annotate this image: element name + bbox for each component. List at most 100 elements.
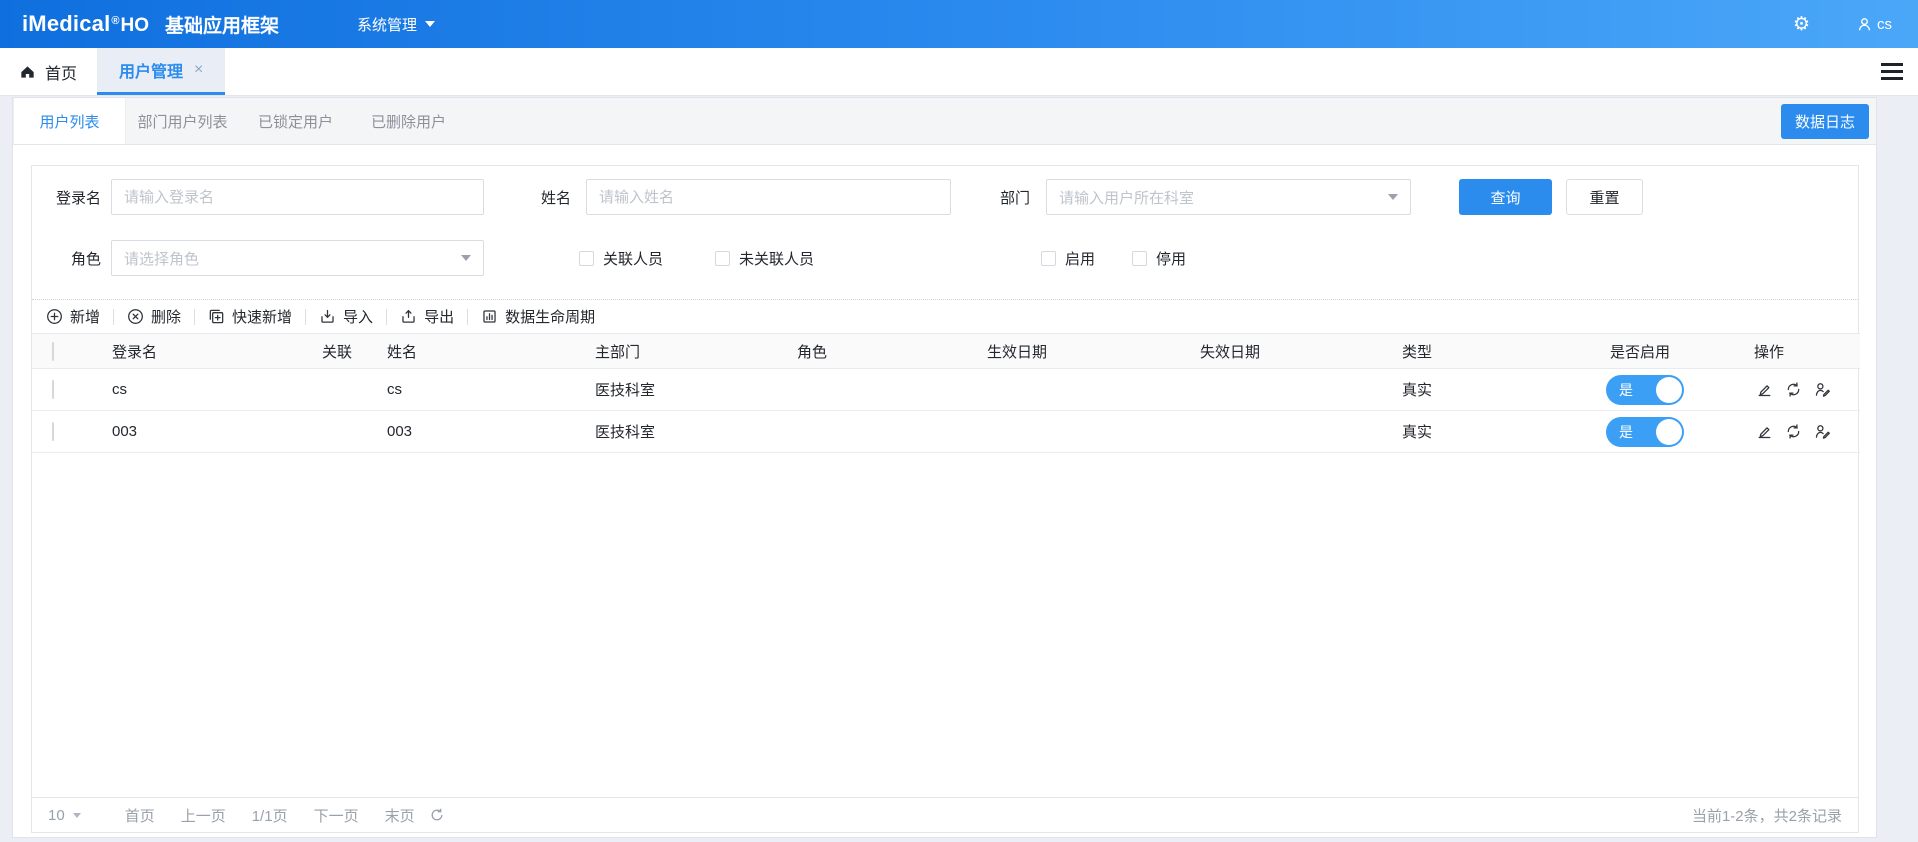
subtab-bar: 用户列表 部门用户列表 已锁定用户 已删除用户 数据日志 [13,98,1876,145]
row-checkbox[interactable] [52,422,54,441]
name-input[interactable] [586,179,951,215]
home-label: 首页 [45,65,78,83]
gear-icon[interactable]: ⚙ [1793,15,1810,34]
cell-type: 真实 [1402,382,1433,399]
table-toolbar: 新增 删除 快速新增 导入 导出 数据生命周期 [32,299,1858,333]
hamburger-menu-icon[interactable] [1881,63,1903,80]
enabled-toggle[interactable]: 是 [1606,416,1684,447]
next-page-link[interactable]: 下一页 [314,805,359,826]
edit-icon[interactable] [1756,381,1773,398]
column-header-7: 类型 [1392,333,1600,369]
search-button[interactable]: 查询 [1459,179,1552,215]
enabled-checkbox[interactable]: 启用 [1041,248,1095,269]
tab-label: 用户管理 [119,64,184,81]
table-header-row: 登录名 关联 姓名 主部门 角色 生效日期 失效日期 类型 是否启用 操作 [32,333,1860,369]
sync-icon[interactable] [1785,381,1802,398]
enabled-toggle[interactable]: 是 [1606,374,1684,405]
toolbar-button-4[interactable]: 导出 [387,306,467,327]
unassociated-checkbox[interactable]: 未关联人员 [715,248,814,269]
select-all-checkbox[interactable] [52,341,54,361]
subtab-1[interactable]: 部门用户列表 [126,98,239,144]
subtab-0[interactable]: 用户列表 [13,98,126,144]
user-management-panel: 用户列表部门用户列表已锁定用户已删除用户 数据日志 登录名 姓名 部门 请输入用… [12,97,1877,838]
subtab-3[interactable]: 已删除用户 [352,98,465,144]
column-header-1: 关联 [312,333,377,369]
sync-icon[interactable] [1785,423,1802,440]
disabled-checkbox[interactable]: 停用 [1132,248,1186,269]
toolbar-button-5[interactable]: 数据生命周期 [468,306,608,327]
pagination-bar: 10 首页 上一页 1/1页 下一页 末页 当前1-2条，共2条记录 [32,797,1858,832]
menu-system-management[interactable]: 系统管理 [357,14,436,35]
page-tabbar: 首页 用户管理 × [0,48,1918,96]
cell-actions [1744,369,1860,411]
page-size-value: 10 [48,806,65,824]
first-page-link[interactable]: 首页 [125,805,155,826]
subtab-2[interactable]: 已锁定用户 [239,98,352,144]
cell-assoc [312,411,377,453]
user-icon [1856,16,1873,33]
data-log-button[interactable]: 数据日志 [1780,103,1869,139]
login-input[interactable] [111,179,484,215]
cell-name: 003 [387,423,413,440]
reset-button[interactable]: 重置 [1566,179,1643,215]
cross-circle-icon [127,308,144,325]
cell-valid-from [977,369,1190,411]
caret-down-icon [1388,194,1398,200]
tab-user-management[interactable]: 用户管理 × [97,48,226,95]
lifecycle-icon [481,308,498,325]
disabled-label: 停用 [1156,250,1187,268]
list-container: 登录名 姓名 部门 请输入用户所在科室 查询 重置 角色 [31,165,1860,833]
user-pen-icon[interactable] [1814,381,1831,398]
row-checkbox[interactable] [52,380,54,399]
home-icon [19,63,36,80]
logo-suffix: HO [120,15,150,36]
square-plus-icon [208,308,225,325]
enabled-label: 启用 [1065,250,1096,268]
edit-icon[interactable] [1756,423,1773,440]
plus-circle-icon [46,308,63,325]
import-icon [319,308,336,325]
page-size-select[interactable]: 10 [48,807,81,824]
app-title: 基础应用框架 [165,15,280,37]
logo-text: iMedical [22,11,111,36]
table-row: 003 003 医技科室 真实 是 [32,411,1860,453]
name-label: 姓名 [541,189,572,207]
page-info: 1/1页 [251,807,288,825]
toolbar-button-3[interactable]: 导入 [306,306,386,327]
role-select[interactable]: 请选择角色 [111,240,484,276]
toolbar-button-2[interactable]: 快速新增 [195,306,305,327]
login-label: 登录名 [55,189,101,207]
home-tab[interactable]: 首页 [0,48,97,95]
table-row: cs cs 医技科室 真实 是 [32,369,1860,411]
user-pen-icon[interactable] [1814,423,1831,440]
menu-label: 系统管理 [357,16,418,34]
cell-enabled: 是 [1600,411,1744,453]
refresh-icon[interactable] [429,807,445,823]
cell-login: 003 [112,423,138,440]
page-background: 用户列表部门用户列表已锁定用户已删除用户 数据日志 登录名 姓名 部门 请输入用… [0,96,1918,842]
user-menu[interactable]: cs [1856,16,1892,33]
toolbar-button-0[interactable]: 新增 [46,306,113,327]
column-header-9: 操作 [1744,333,1860,369]
column-header-0: 登录名 [102,333,312,369]
close-icon[interactable]: × [194,61,203,79]
cell-valid-to [1190,411,1392,453]
associated-checkbox[interactable]: 关联人员 [579,248,663,269]
toolbar-button-1[interactable]: 删除 [114,306,194,327]
column-header-6: 失效日期 [1190,333,1392,369]
checkbox-icon [579,250,594,266]
dept-label: 部门 [1000,189,1031,207]
dept-placeholder: 请输入用户所在科室 [1059,189,1195,207]
cell-dept: 医技科室 [595,382,656,399]
record-summary: 当前1-2条，共2条记录 [1691,807,1842,825]
cell-role [787,411,977,453]
cell-role [787,369,977,411]
dept-select[interactable]: 请输入用户所在科室 [1046,179,1411,215]
cell-login: cs [112,381,127,398]
cell-actions [1744,411,1860,453]
export-icon [400,308,417,325]
prev-page-link[interactable]: 上一页 [181,805,226,826]
panel-content: 登录名 姓名 部门 请输入用户所在科室 查询 重置 角色 [13,145,1876,837]
cell-assoc [312,369,377,411]
last-page-link[interactable]: 末页 [385,805,415,826]
